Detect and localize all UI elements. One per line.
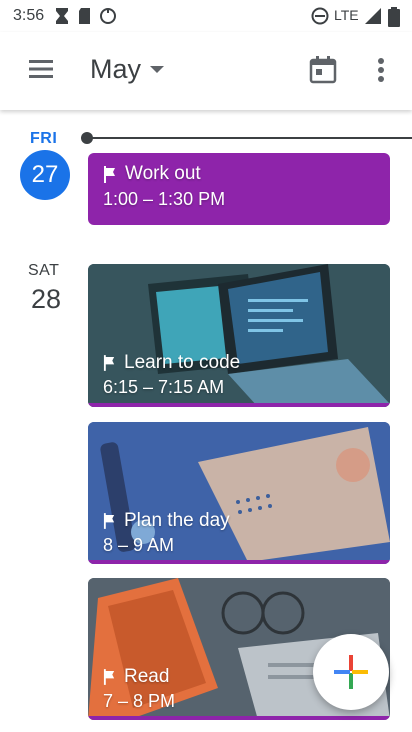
- event-time: 8 – 9 AM: [103, 535, 175, 555]
- event-title: Plan the day: [124, 510, 230, 531]
- today-date[interactable]: 27: [20, 150, 70, 200]
- event-title-row: Learn to code: [103, 352, 240, 374]
- event-title-row: Work out: [103, 163, 201, 185]
- add-event-button[interactable]: [313, 634, 389, 710]
- status-time: 3:56: [13, 7, 45, 24]
- current-time-line: [88, 137, 412, 139]
- event-title-row: Read: [103, 666, 169, 688]
- month-label: May: [90, 54, 142, 84]
- flag-icon: [103, 513, 115, 529]
- event-color-bar: [88, 716, 390, 720]
- dropdown-icon: [150, 65, 165, 73]
- day-date[interactable]: 28: [26, 284, 66, 315]
- network-type: LTE: [334, 7, 359, 23]
- status-bar: 3:56 LTE: [0, 0, 412, 32]
- calendar-today-icon[interactable]: [305, 52, 341, 88]
- sd-card-icon: [79, 8, 90, 24]
- day-of-week-fri: FRI: [30, 130, 58, 147]
- flag-icon: [103, 669, 115, 685]
- more-vert-icon[interactable]: [366, 52, 396, 88]
- flag-icon: [104, 165, 115, 183]
- event-time: 1:00 – 1:30 PM: [103, 189, 226, 209]
- app-bar: May: [0, 32, 412, 110]
- day-of-week-sat: SAT: [28, 262, 60, 279]
- event-time: 6:15 – 7:15 AM: [103, 377, 225, 397]
- dnd-icon: [311, 7, 329, 25]
- event-color-bar: [88, 403, 390, 407]
- event-work-out[interactable]: Work out 1:00 – 1:30 PM: [88, 153, 390, 225]
- event-color-bar: [88, 560, 390, 564]
- add-icon: [334, 655, 368, 689]
- signal-icon: [365, 8, 381, 24]
- sync-icon: [100, 8, 116, 24]
- event-title: Work out: [125, 163, 201, 184]
- event-learn-to-code[interactable]: Learn to code 6:15 – 7:15 AM: [88, 264, 390, 407]
- event-title: Learn to code: [124, 352, 241, 373]
- event-title: Read: [124, 666, 170, 687]
- event-time: 7 – 8 PM: [103, 691, 176, 711]
- current-time-dot: [81, 132, 93, 144]
- month-selector[interactable]: May: [90, 54, 165, 85]
- menu-icon[interactable]: [24, 54, 58, 84]
- event-title-row: Plan the day: [103, 510, 230, 532]
- event-plan-the-day[interactable]: Plan the day 8 – 9 AM: [88, 422, 390, 564]
- battery-icon: [388, 7, 400, 27]
- flag-icon: [103, 355, 115, 371]
- hourglass-icon: [56, 8, 68, 24]
